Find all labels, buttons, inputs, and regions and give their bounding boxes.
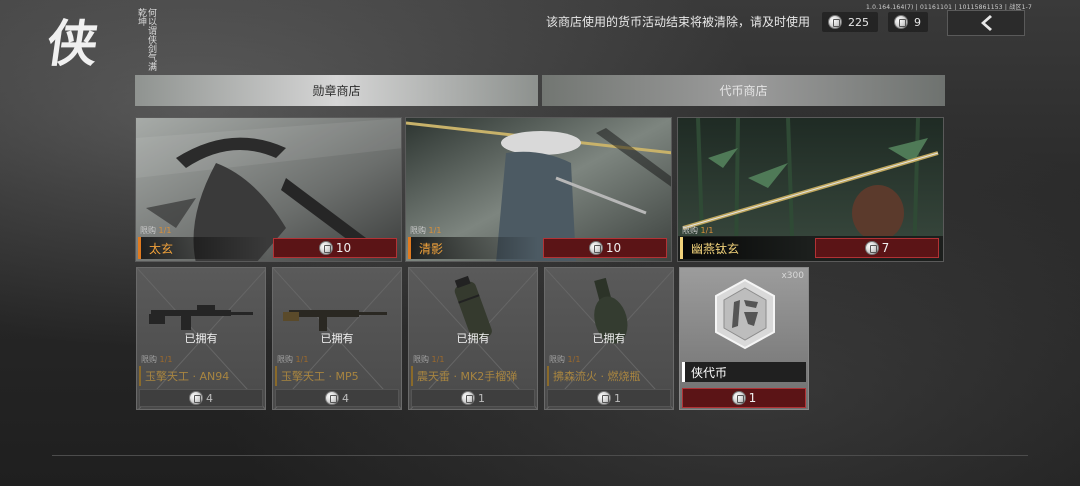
tab-medal-shop[interactable]: 勋章商店: [135, 75, 538, 106]
price-value: 10: [605, 241, 622, 255]
price-value: 1: [614, 391, 621, 405]
tab-label: 勋章商店: [312, 84, 361, 98]
purchase-limit: 限购 1/1: [410, 226, 442, 235]
owned-label: 已拥有: [320, 332, 354, 345]
owned-label: 已拥有: [592, 332, 626, 345]
item-name: 侠代币: [682, 362, 806, 382]
coin-icon: [864, 241, 879, 255]
shop-card-item-3[interactable]: 已拥有 限购 1/1 震天雷 · MK2手榴弹 1: [408, 267, 538, 410]
token-balance: 9: [888, 12, 928, 32]
price-value: 4: [206, 391, 213, 405]
item-name: 拂森流火 · 燃烧瓶: [547, 366, 671, 386]
coin-icon: [597, 391, 611, 405]
item-name: 震天雷 · MK2手榴弹: [411, 366, 535, 386]
currency-notice: 该商店使用的货币活动结束将被清除，请及时使用: [546, 15, 811, 29]
tab-token-shop[interactable]: 代币商店: [542, 75, 945, 106]
purchase-limit: 限购 1/1: [277, 355, 309, 364]
purchase-limit: 限购 1/1: [682, 226, 714, 235]
coin-icon: [731, 391, 746, 405]
item-name: 太玄: [138, 237, 268, 259]
item-name: 幽燕钛玄: [680, 237, 810, 259]
shop-card-item-1[interactable]: 已拥有 限购 1/1 玉擎天工 · AN94 4: [136, 267, 266, 410]
price-box: 4: [275, 389, 399, 407]
coin-icon: [828, 15, 842, 29]
item-name: 玉擎天工 · AN94: [139, 366, 263, 386]
shop-card-hero-2[interactable]: 限购 1/1 清影 10: [405, 117, 672, 262]
price-value: 1: [748, 391, 757, 405]
logo-character: 侠: [43, 14, 102, 73]
price-value: 1: [478, 391, 485, 405]
coin-icon: [894, 15, 908, 29]
coin-icon: [318, 241, 333, 255]
back-button[interactable]: [947, 10, 1025, 36]
shop-card-token[interactable]: x300 侠代币 1: [679, 267, 809, 410]
divider: [52, 455, 1028, 456]
purchase-limit: 限购 1/1: [413, 355, 445, 364]
item-quantity: x300: [781, 271, 804, 281]
shop-card-hero-1[interactable]: 限购 1/1 太玄 10: [135, 117, 402, 262]
purchase-limit: 限购 1/1: [549, 355, 581, 364]
medal-balance: 225: [822, 12, 878, 32]
tab-label: 代币商店: [719, 84, 768, 98]
coin-icon: [588, 241, 603, 255]
coin-icon: [461, 391, 475, 405]
price-value: 7: [881, 241, 890, 255]
coin-icon: [325, 391, 339, 405]
shop-card-hero-3[interactable]: 限购 1/1 幽燕钛玄 7: [677, 117, 944, 262]
owned-label: 已拥有: [456, 332, 490, 345]
coin-icon: [189, 391, 203, 405]
buy-button[interactable]: 7: [815, 238, 939, 258]
buy-button[interactable]: 10: [543, 238, 667, 258]
shop-card-item-2[interactable]: 已拥有 限购 1/1 玉擎天工 · MP5 4: [272, 267, 402, 410]
price-box: 1: [411, 389, 535, 407]
item-name: 清影: [408, 237, 538, 259]
shop-card-item-4[interactable]: 已拥有 限购 1/1 拂森流火 · 燃烧瓶 1: [544, 267, 674, 410]
owned-label: 已拥有: [184, 332, 218, 345]
buy-button[interactable]: 1: [682, 388, 806, 408]
logo-verse: 何以谓侠剑气满乾坤: [136, 8, 156, 71]
token-emblem-icon: [715, 278, 775, 350]
back-arrow-icon: [981, 15, 992, 31]
price-box: 4: [139, 389, 263, 407]
item-name: 玉擎天工 · MP5: [275, 366, 399, 386]
game-logo: 侠 何以谓侠剑气满乾坤: [40, 0, 160, 73]
price-box: 1: [547, 389, 671, 407]
medal-count: 225: [848, 15, 869, 29]
buy-button[interactable]: 10: [273, 238, 397, 258]
price-value: 10: [335, 241, 352, 255]
purchase-limit: 限购 1/1: [140, 226, 172, 235]
purchase-limit: 限购 1/1: [141, 355, 173, 364]
price-value: 4: [342, 391, 349, 405]
token-count: 9: [914, 15, 921, 29]
